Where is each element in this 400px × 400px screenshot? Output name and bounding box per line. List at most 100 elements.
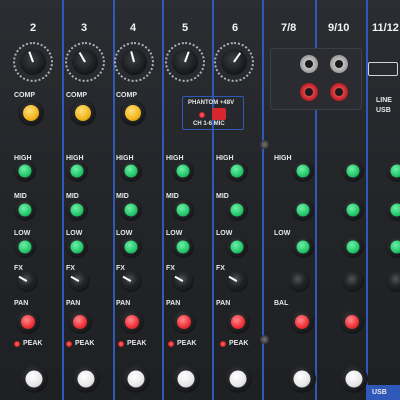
channel-number: 6 <box>232 22 239 34</box>
channel-number: 4 <box>130 22 137 34</box>
pan-label: PAN <box>116 300 131 307</box>
eq-high-knob[interactable] <box>172 160 194 182</box>
mixer-photo: 2 3 4 5 6 7/8 9/10 11/12 LINE USB COMP C… <box>0 0 400 400</box>
screw <box>260 335 269 344</box>
strip-divider <box>162 0 164 400</box>
rca-jack-white[interactable] <box>330 55 348 73</box>
rca-jack-white[interactable] <box>300 55 318 73</box>
line-label: LINE <box>376 97 392 104</box>
comp-knob[interactable] <box>120 100 146 126</box>
eq-mid-knob[interactable] <box>14 199 36 221</box>
fx-knob[interactable] <box>288 270 310 292</box>
eq-high-knob[interactable] <box>226 160 248 182</box>
strip-divider <box>366 0 368 400</box>
pan-knob[interactable] <box>226 310 250 334</box>
screw <box>260 140 269 149</box>
channel-number: 2 <box>30 22 37 34</box>
comp-knob[interactable] <box>18 100 44 126</box>
pan-label: PAN <box>166 300 181 307</box>
phantom-led-indicator <box>199 112 205 118</box>
level-knob[interactable] <box>340 365 368 393</box>
eq-high-knob[interactable] <box>66 160 88 182</box>
peak-led-indicator <box>118 341 124 347</box>
peak-led-indicator <box>220 341 226 347</box>
bal-label: BAL <box>274 300 289 307</box>
gain-knob[interactable] <box>121 49 147 75</box>
eq-low-knob[interactable] <box>386 236 400 258</box>
fx-knob[interactable] <box>386 270 400 292</box>
eq-low-label: LOW <box>274 230 291 237</box>
pan-label: PAN <box>216 300 231 307</box>
eq-high-knob[interactable] <box>342 160 364 182</box>
gain-knob[interactable] <box>221 49 247 75</box>
peak-label: PEAK <box>75 340 95 347</box>
eq-mid-knob[interactable] <box>226 199 248 221</box>
bal-knob[interactable] <box>340 310 364 334</box>
fx-knob[interactable] <box>172 270 194 292</box>
usb-label: USB <box>376 107 391 114</box>
fx-knob[interactable] <box>342 270 364 292</box>
eq-high-knob[interactable] <box>386 160 400 182</box>
peak-label: PEAK <box>229 340 249 347</box>
eq-mid-knob[interactable] <box>172 199 194 221</box>
level-knob[interactable] <box>20 365 48 393</box>
eq-mid-knob[interactable] <box>292 199 314 221</box>
rca-jack-red[interactable] <box>330 83 348 101</box>
pan-knob[interactable] <box>16 310 40 334</box>
phantom-title: PHANTOM +48V <box>188 100 235 106</box>
stereo-input-panel <box>270 48 362 110</box>
stereo-channel-number: 7/8 <box>281 22 297 34</box>
eq-low-knob[interactable] <box>226 236 248 258</box>
eq-mid-knob[interactable] <box>386 199 400 221</box>
fx-knob[interactable] <box>120 270 142 292</box>
level-knob[interactable] <box>172 365 200 393</box>
eq-low-knob[interactable] <box>120 236 142 258</box>
fx-knob[interactable] <box>68 270 90 292</box>
peak-label: PEAK <box>127 340 147 347</box>
strip-divider <box>62 0 64 400</box>
stereo-channel-number: 11/12 <box>372 22 399 34</box>
phantom-switch[interactable] <box>212 108 226 120</box>
gain-knob[interactable] <box>20 49 46 75</box>
fx-label: FX <box>166 265 175 272</box>
level-knob[interactable] <box>224 365 252 393</box>
stereo-channel-number: 9/10 <box>328 22 350 34</box>
gain-knob[interactable] <box>172 49 198 75</box>
eq-high-label: HIGH <box>274 155 292 162</box>
eq-low-label: LOW <box>216 230 233 237</box>
eq-low-knob[interactable] <box>66 236 88 258</box>
eq-high-knob[interactable] <box>14 160 36 182</box>
fx-knob[interactable] <box>16 270 38 292</box>
comp-knob[interactable] <box>70 100 96 126</box>
pan-knob[interactable] <box>172 310 196 334</box>
eq-mid-knob[interactable] <box>120 199 142 221</box>
pan-label: PAN <box>14 300 29 307</box>
level-knob[interactable] <box>288 365 316 393</box>
eq-mid-knob[interactable] <box>342 199 364 221</box>
gain-knob[interactable] <box>72 49 98 75</box>
level-knob[interactable] <box>72 365 100 393</box>
peak-label: PEAK <box>177 340 197 347</box>
peak-led-indicator <box>14 341 20 347</box>
eq-mid-label: MID <box>166 193 179 200</box>
eq-low-knob[interactable] <box>172 236 194 258</box>
eq-mid-knob[interactable] <box>66 199 88 221</box>
bal-knob[interactable] <box>290 310 314 334</box>
eq-low-knob[interactable] <box>292 236 314 258</box>
eq-low-knob[interactable] <box>14 236 36 258</box>
channel-number: 3 <box>81 22 88 34</box>
usb-selector-box <box>368 62 398 76</box>
rca-jack-red[interactable] <box>300 83 318 101</box>
phantom-subtitle: CH 1-6 MIC <box>193 121 225 127</box>
pan-knob[interactable] <box>68 310 92 334</box>
eq-high-knob[interactable] <box>120 160 142 182</box>
level-knob[interactable] <box>122 365 150 393</box>
eq-low-knob[interactable] <box>342 236 364 258</box>
peak-led-indicator <box>168 341 174 347</box>
comp-label: COMP <box>14 92 35 99</box>
usb-badge-label: USB <box>372 389 387 396</box>
fx-knob[interactable] <box>226 270 248 292</box>
pan-knob[interactable] <box>120 310 144 334</box>
eq-high-knob[interactable] <box>292 160 314 182</box>
channel-number: 5 <box>182 22 189 34</box>
